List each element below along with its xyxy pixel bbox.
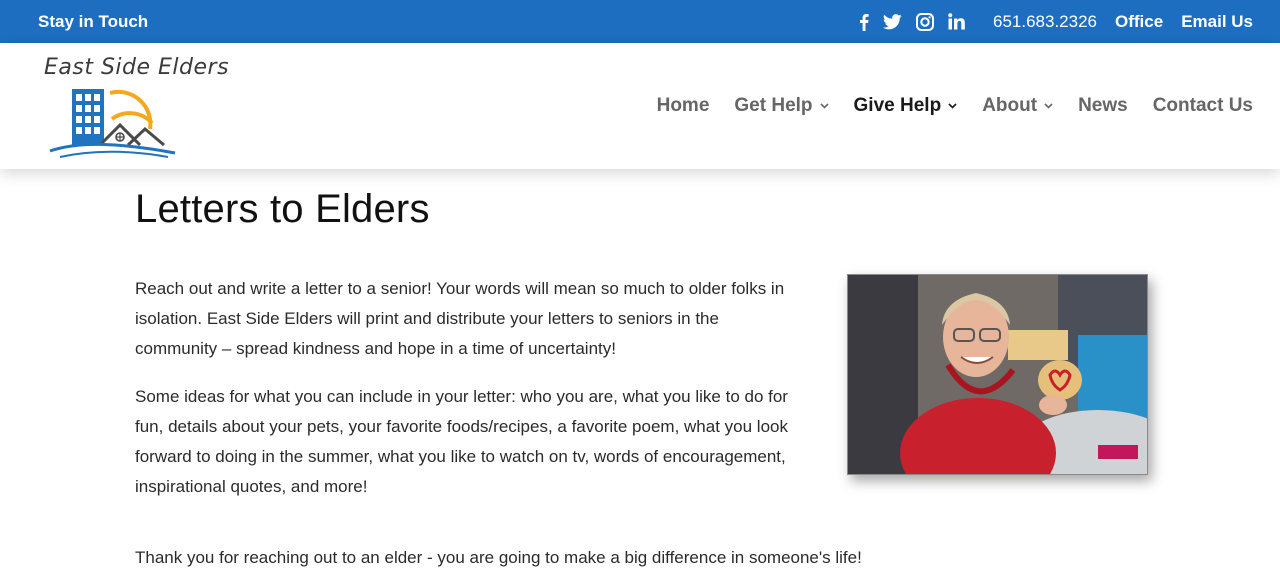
site-logo[interactable]: East Side Elders — [40, 55, 229, 159]
nav-item-about[interactable]: About — [982, 95, 1053, 117]
office-link[interactable]: Office — [1115, 12, 1163, 32]
stay-in-touch-label: Stay in Touch — [38, 12, 149, 31]
nav-item-get-help[interactable]: Get Help — [734, 95, 829, 117]
ideas-paragraph: Some ideas for what you can include in y… — [135, 387, 788, 496]
nav-item-label: About — [982, 95, 1038, 116]
nav-item-home[interactable]: Home — [657, 95, 710, 117]
logo-graphic-icon — [49, 89, 176, 158]
nav-item-label: Give Help — [853, 95, 942, 116]
nav-item-give-help[interactable]: Give Help — [854, 95, 958, 117]
chevron-down-icon — [819, 103, 829, 109]
phone-number-link[interactable]: 651.683.2326 — [993, 12, 1097, 32]
nav-item-label: Home — [656, 95, 710, 116]
elder-photo — [847, 274, 1148, 475]
main-nav: Home Get Help Give Help About News Conta… — [632, 43, 1253, 169]
chevron-down-icon — [1044, 103, 1053, 109]
social-links — [859, 12, 979, 32]
thank-you-paragraph: Thank you for reaching out to an elder -… — [135, 548, 862, 567]
nav-item-label: Contact Us — [1152, 95, 1253, 116]
chevron-down-icon — [948, 103, 957, 109]
nav-item-label: Get Help — [734, 95, 813, 116]
email-us-link[interactable]: Email Us — [1181, 12, 1253, 32]
top-bar: Stay in Touch 651.683.2326 Office Email … — [0, 0, 1280, 43]
logo-text: East Side Elders — [44, 55, 230, 80]
nav-item-label: News — [1078, 95, 1128, 116]
nav-item-contact-us[interactable]: Contact Us — [1153, 95, 1253, 117]
linkedin-icon[interactable] — [948, 12, 965, 32]
twitter-icon[interactable] — [883, 12, 902, 32]
nav-item-news[interactable]: News — [1078, 95, 1128, 117]
page-title: Letters to Elders — [135, 187, 430, 231]
intro-paragraph: Reach out and write a letter to a senior… — [135, 279, 785, 358]
site-header: East Side Elders Home Get Help Give Help… — [0, 43, 1280, 169]
facebook-icon[interactable] — [859, 12, 869, 32]
instagram-icon[interactable] — [916, 12, 934, 32]
top-bar-links: 651.683.2326 Office Email Us — [859, 0, 1253, 43]
